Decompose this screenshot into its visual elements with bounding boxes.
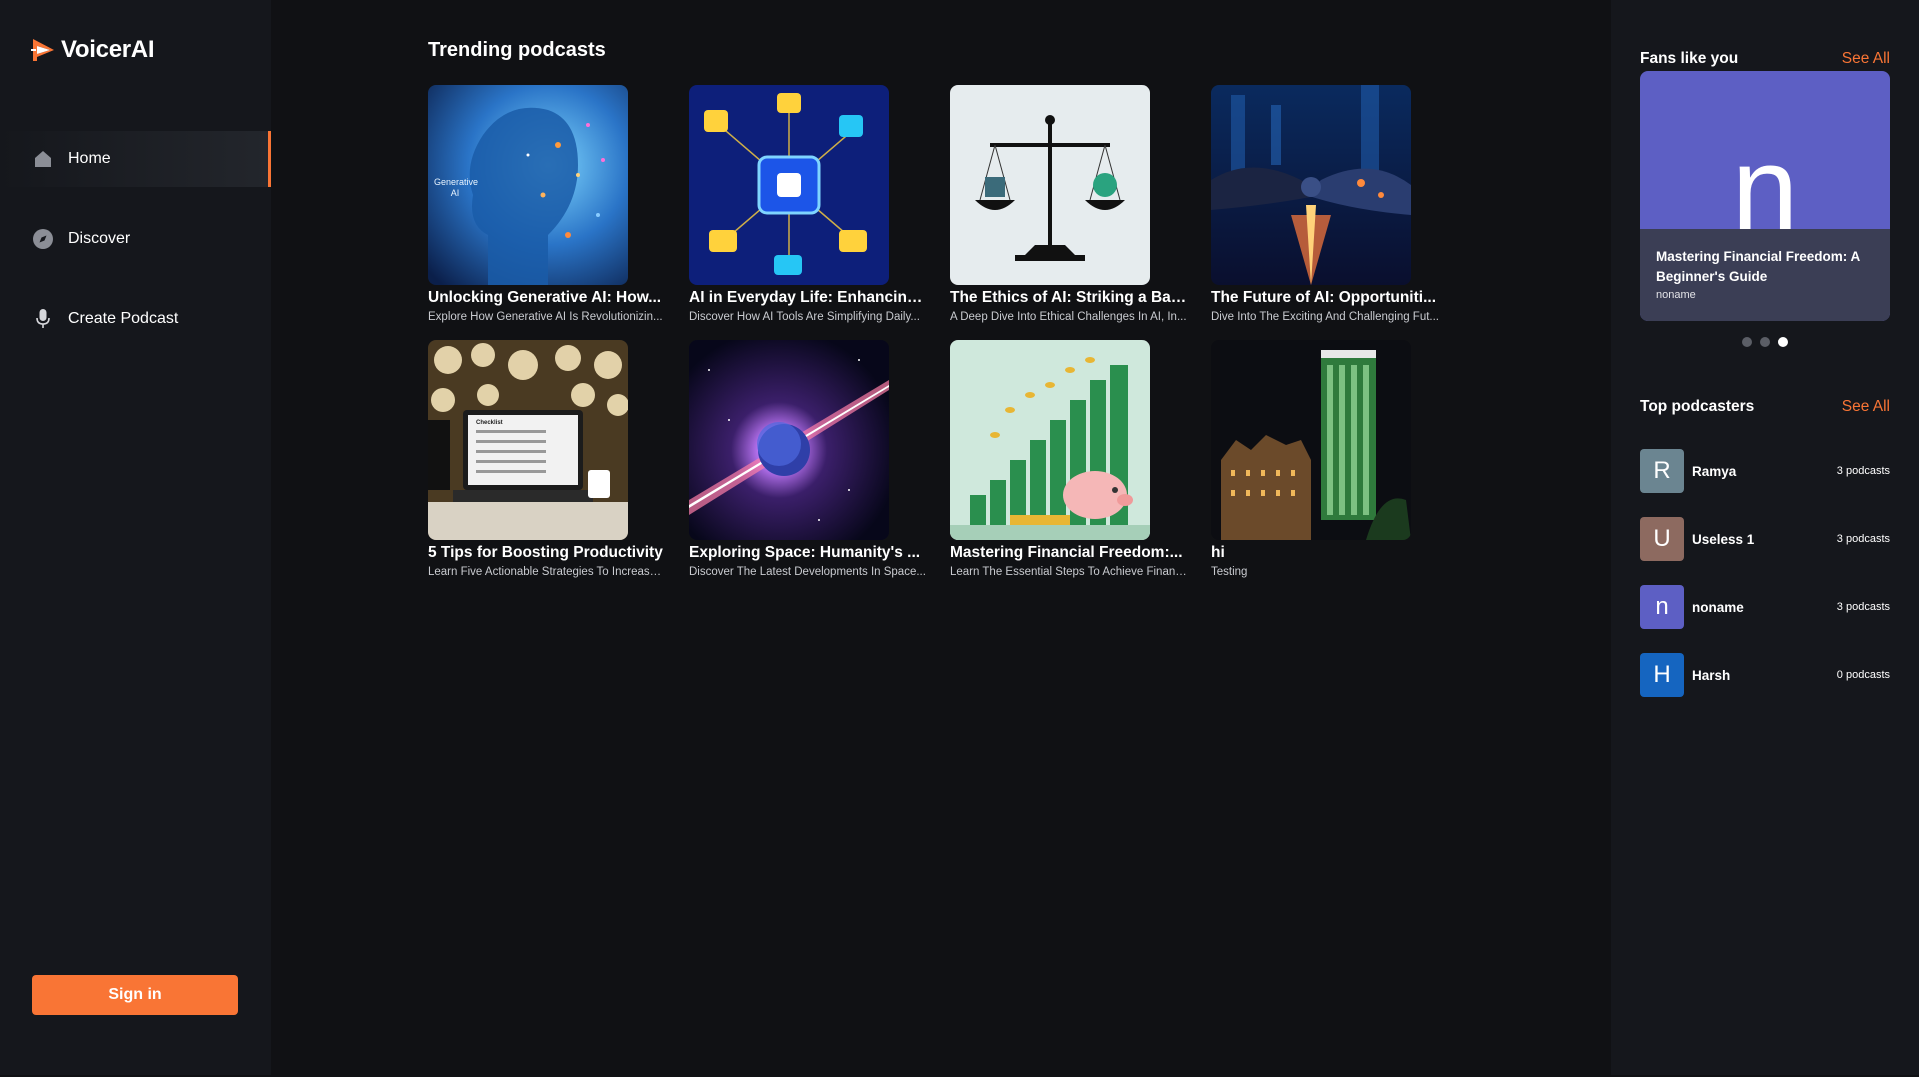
podcaster-row[interactable]: H Harsh 0 podcasts: [1640, 653, 1890, 697]
podcaster-list: R Ramya 3 podcasts U Useless 1 3 podcast…: [1640, 449, 1890, 721]
top-podcasters-header: Top podcasters See All: [1640, 398, 1890, 416]
see-all-podcasters-link[interactable]: See All: [1842, 398, 1890, 416]
podcast-title: 5 Tips for Boosting Productivity: [428, 544, 663, 561]
section-title: Trending podcasts: [428, 39, 606, 61]
microphone-icon: [32, 308, 54, 330]
podcast-thumbnail: Generative AI: [428, 85, 628, 285]
podcaster-row[interactable]: R Ramya 3 podcasts: [1640, 449, 1890, 493]
nav-item-discover[interactable]: Discover: [0, 211, 271, 267]
home-icon: [32, 148, 54, 170]
podcast-count: 3 podcasts: [1836, 533, 1890, 545]
carousel-dot-active[interactable]: [1778, 337, 1788, 347]
podcaster-name: Useless 1: [1692, 531, 1755, 547]
podcast-title: The Ethics of AI: Striking a Bal...: [950, 289, 1187, 306]
podcast-thumbnail: [950, 340, 1150, 540]
nav-label: Home: [68, 150, 111, 167]
podcaster-row[interactable]: n noname 3 podcasts: [1640, 585, 1890, 629]
podcast-card[interactable]: Checklist 5 Tips for Boosting Productivi…: [428, 340, 665, 579]
main-nav: Home Discover Create Podcast: [0, 131, 271, 371]
avatar: R: [1640, 449, 1684, 493]
nav-label: Discover: [68, 230, 131, 247]
carousel-dot[interactable]: [1742, 337, 1752, 347]
compass-icon: [32, 228, 54, 250]
podcaster-name: Harsh: [1692, 667, 1731, 683]
left-sidebar: VoicerAI Home Discover Create Podcast Si…: [0, 0, 271, 1075]
fans-title: Fans like you: [1640, 50, 1739, 67]
logo[interactable]: VoicerAI: [31, 36, 155, 64]
fan-card[interactable]: n Mastering Financial Freedom: A Beginne…: [1640, 71, 1890, 321]
podcast-count: 3 podcasts: [1836, 601, 1890, 613]
podcast-title: hi: [1211, 544, 1225, 561]
nav-item-home[interactable]: Home: [0, 131, 271, 187]
podcast-title: Mastering Financial Freedom:...: [950, 544, 1183, 561]
podcast-card[interactable]: Generative AI Unlocking Generative AI: H…: [428, 85, 665, 324]
fan-card-title: Mastering Financial Freedom: A Beginner'…: [1656, 249, 1860, 284]
podcast-thumbnail: [689, 85, 889, 285]
nav-item-create-podcast[interactable]: Create Podcast: [0, 291, 271, 347]
podcast-description: Dive Into The Exciting And Challenging F…: [1211, 311, 1440, 323]
carousel-dot[interactable]: [1760, 337, 1770, 347]
app-root: VoicerAI Home Discover Create Podcast Si…: [0, 0, 1919, 1077]
podcast-description: Discover The Latest Developments In Spac…: [689, 566, 926, 578]
podcast-title: Exploring Space: Humanity's ...: [689, 544, 921, 561]
podcast-description: Explore How Generative AI Is Revolutioni…: [428, 311, 663, 323]
podcast-title: The Future of AI: Opportuniti...: [1211, 289, 1436, 306]
fan-card-overlay: Mastering Financial Freedom: A Beginner'…: [1640, 229, 1890, 321]
podcast-thumbnail: [689, 340, 889, 540]
podcast-count: 3 podcasts: [1836, 465, 1890, 477]
app-name: VoicerAI: [61, 36, 155, 63]
podcaster-name: Ramya: [1692, 463, 1737, 479]
main-content: Trending podcasts Generative AI Unlockin…: [271, 0, 1611, 1077]
fan-card-author: noname: [1656, 289, 1696, 301]
sign-in-button[interactable]: Sign in: [32, 975, 238, 1015]
avatar: U: [1640, 517, 1684, 561]
podcast-description: Discover How AI Tools Are Simplifying Da…: [689, 311, 920, 323]
top-podcasters-title: Top podcasters: [1640, 398, 1755, 415]
thumbnail-caption: Checklist: [476, 420, 503, 426]
avatar: n: [1640, 585, 1684, 629]
podcast-title: Unlocking Generative AI: How...: [428, 289, 662, 306]
nav-label: Create Podcast: [68, 310, 179, 327]
podcast-card[interactable]: hi Testing: [1211, 340, 1448, 579]
podcast-description: A Deep Dive Into Ethical Challenges In A…: [950, 311, 1187, 323]
podcast-description: Testing: [1211, 566, 1248, 578]
fans-header: Fans like you See All: [1640, 50, 1890, 68]
podcast-thumbnail: Checklist: [428, 340, 628, 540]
podcaster-row[interactable]: U Useless 1 3 podcasts: [1640, 517, 1890, 561]
thumbnail-caption: Generative AI: [434, 177, 479, 198]
see-all-fans-link[interactable]: See All: [1842, 50, 1890, 68]
podcast-description: Learn Five Actionable Strategies To Incr…: [428, 566, 665, 578]
podcast-thumbnail: [950, 85, 1150, 285]
right-sidebar: Fans like you See All n Mastering Financ…: [1611, 0, 1919, 1075]
podcast-count: 0 podcasts: [1836, 669, 1890, 681]
podcast-card[interactable]: The Ethics of AI: Striking a Bal... A De…: [950, 85, 1187, 324]
podcast-title: AI in Everyday Life: Enhancing...: [689, 289, 926, 306]
podcast-card[interactable]: Mastering Financial Freedom:... Learn Th…: [950, 340, 1187, 579]
carousel-dots: [1742, 337, 1788, 347]
podcast-grid: Generative AI Unlocking Generative AI: H…: [428, 85, 1488, 579]
podcast-card[interactable]: AI in Everyday Life: Enhancing... Discov…: [689, 85, 926, 324]
podcast-thumbnail: [1211, 340, 1411, 540]
podcast-card[interactable]: Exploring Space: Humanity's ... Discover…: [689, 340, 926, 579]
avatar: H: [1640, 653, 1684, 697]
podcaster-name: noname: [1692, 599, 1744, 615]
logo-icon: [31, 39, 54, 61]
podcast-thumbnail: [1211, 85, 1411, 285]
podcast-description: Learn The Essential Steps To Achieve Fin…: [950, 566, 1187, 578]
podcast-card[interactable]: The Future of AI: Opportuniti... Dive In…: [1211, 85, 1448, 324]
